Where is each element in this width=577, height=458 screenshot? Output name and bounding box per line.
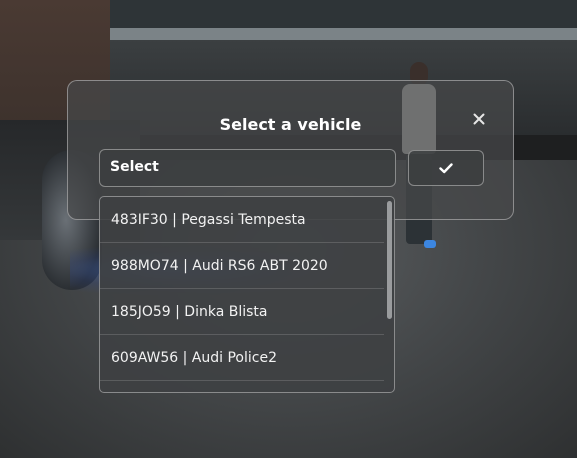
vehicle-option[interactable]	[100, 381, 384, 392]
scrollbar-thumb[interactable]	[387, 201, 392, 319]
vehicle-select[interactable]: Select	[99, 149, 396, 187]
scene-building	[100, 0, 577, 30]
vehicle-option[interactable]: 483IF30 | Pegassi Tempesta	[100, 197, 384, 243]
vehicle-list: 483IF30 | Pegassi Tempesta 988MO74 | Aud…	[100, 197, 384, 392]
checkmark-icon	[439, 162, 453, 173]
vehicle-option[interactable]: 609AW56 | Audi Police2	[100, 335, 384, 381]
vehicle-dropdown: 483IF30 | Pegassi Tempesta 988MO74 | Aud…	[99, 196, 395, 393]
close-button[interactable]	[469, 109, 489, 129]
close-icon	[473, 113, 485, 125]
dialog-title: Select a vehicle	[219, 115, 362, 134]
scene-awning	[100, 28, 577, 40]
vehicle-option[interactable]: 988MO74 | Audi RS6 ABT 2020	[100, 243, 384, 289]
confirm-button[interactable]	[408, 150, 484, 186]
character-shoe	[424, 240, 436, 248]
vehicle-option[interactable]: 185JO59 | Dinka Blista	[100, 289, 384, 335]
dropdown-scrollbar[interactable]	[387, 201, 392, 388]
